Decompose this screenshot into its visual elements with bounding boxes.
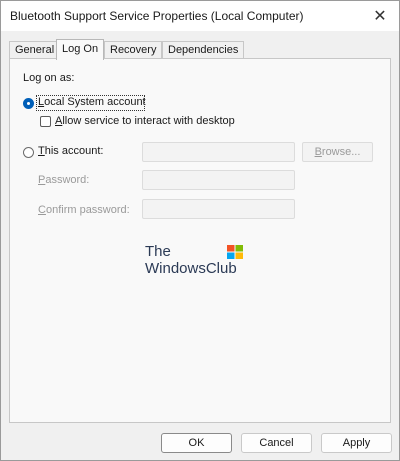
browse-button[interactable]: Browse... xyxy=(302,142,373,162)
close-icon: ✕ xyxy=(373,8,387,25)
this-account-label-key: T xyxy=(38,145,45,157)
confirm-password-label: Confirm password: xyxy=(38,204,130,216)
account-name-field[interactable] xyxy=(142,142,295,162)
browse-button-key: B xyxy=(314,146,322,158)
allow-interact-label-rest: llow service to interact with desktop xyxy=(62,115,235,127)
log-on-panel: Log on as: Local System account Allow se… xyxy=(9,58,391,423)
password-field[interactable] xyxy=(142,170,295,190)
confirm-password-field[interactable] xyxy=(142,199,295,219)
browse-button-rest: rowse... xyxy=(321,146,361,158)
logo-line-1: The xyxy=(145,243,171,260)
tab-general[interactable]: General xyxy=(9,41,61,59)
this-account-label-rest: his account: xyxy=(44,145,104,157)
tab-dependencies[interactable]: Dependencies xyxy=(162,41,245,59)
password-label-rest: assword: xyxy=(45,174,90,186)
properties-dialog: Bluetooth Support Service Properties (Lo… xyxy=(0,0,400,461)
this-account-radio[interactable] xyxy=(23,147,34,158)
title-bar[interactable]: Bluetooth Support Service Properties (Lo… xyxy=(1,1,399,31)
local-system-radio[interactable] xyxy=(23,98,34,109)
window-title: Bluetooth Support Service Properties (Lo… xyxy=(10,9,304,23)
logo-line-2: WindowsClub xyxy=(145,260,237,277)
password-label: Password: xyxy=(38,174,89,186)
ok-button[interactable]: OK xyxy=(161,433,232,453)
log-on-as-heading: Log on as: xyxy=(23,72,75,84)
close-button[interactable]: ✕ xyxy=(361,1,399,31)
apply-button[interactable]: Apply xyxy=(321,433,392,453)
allow-interact-checkbox[interactable] xyxy=(40,116,51,127)
tab-log-on[interactable]: Log On xyxy=(56,39,105,60)
this-account-label[interactable]: This account: xyxy=(38,145,103,157)
local-system-label-rest: ocal System account xyxy=(44,96,146,108)
allow-interact-label[interactable]: Allow service to interact with desktop xyxy=(55,115,235,127)
tab-recovery[interactable]: Recovery xyxy=(104,41,163,59)
confirm-password-label-key: C xyxy=(38,204,46,216)
local-system-label[interactable]: Local System account xyxy=(38,96,146,108)
cancel-button[interactable]: Cancel xyxy=(241,433,312,453)
confirm-password-label-rest: onfirm password: xyxy=(45,204,130,216)
windows-logo-icon xyxy=(227,245,243,259)
